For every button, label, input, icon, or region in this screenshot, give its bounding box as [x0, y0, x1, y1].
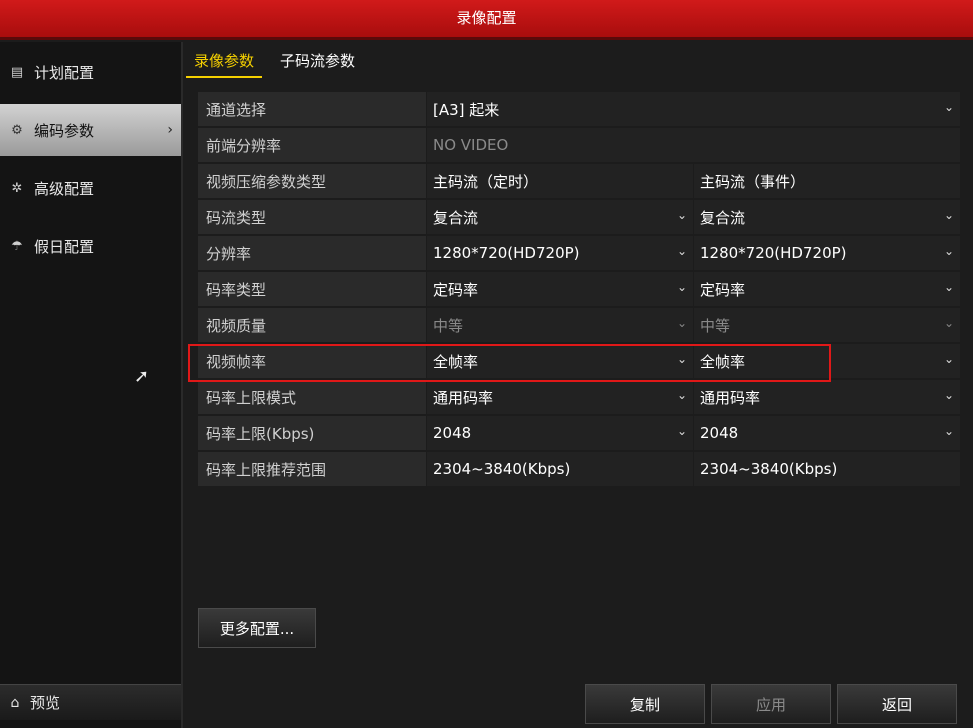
bitrate-type-select[interactable]: 定码率 ⌄: [427, 272, 693, 306]
select-value: 中等: [700, 316, 731, 335]
copy-button[interactable]: 复制: [585, 684, 705, 724]
schedule-icon: ▤: [10, 64, 24, 80]
preview-label: 预览: [30, 694, 61, 712]
select-value: 复合流: [700, 208, 746, 227]
stream-type-select[interactable]: 复合流 ⌄: [427, 200, 693, 234]
chevron-down-icon: ⌄: [943, 352, 954, 366]
column-header-main-timed: 主码流（定时）: [427, 164, 693, 198]
row-label: 视频质量: [198, 308, 426, 342]
select-value: 2048: [700, 424, 739, 442]
preview-button[interactable]: ⌂ 预览: [0, 684, 181, 720]
frame-rate-highlight-box: [188, 344, 831, 382]
sidebar-item-label: 编码参数: [34, 121, 95, 140]
tab-record-params[interactable]: 录像参数: [186, 44, 263, 78]
frontend-resolution-value: NO VIDEO: [427, 128, 960, 162]
umbrella-icon: ☂: [11, 238, 23, 254]
table-row: 码率上限推荐范围 2304~3840(Kbps) 2304~3840(Kbps): [198, 451, 961, 487]
bitrate-limit-select-event[interactable]: 2048 ⌄: [694, 416, 960, 450]
chevron-down-icon: ⌄: [943, 100, 954, 114]
sidebar-item-holiday[interactable]: ☂ 假日配置: [0, 220, 181, 272]
select-value: 通用码率: [700, 388, 761, 407]
row-label: 码率上限推荐范围: [198, 452, 426, 486]
bitrate-limit-mode-select-event[interactable]: 通用码率 ⌄: [694, 380, 960, 414]
row-label: 视频压缩参数类型: [198, 164, 426, 198]
tab-substream-params[interactable]: 子码流参数: [272, 44, 363, 78]
chevron-down-icon: ⌄: [676, 244, 687, 258]
table-row: 码率类型 定码率 ⌄ 定码率 ⌄: [198, 271, 961, 307]
chevron-down-icon: ⌄: [943, 208, 954, 222]
row-label: 码流类型: [198, 200, 426, 234]
sidebar-item-advanced[interactable]: ✲ 高级配置: [0, 162, 181, 214]
row-label: 码率上限模式: [198, 380, 426, 414]
video-quality-select-event: 中等 ⌄: [694, 308, 960, 342]
recommended-range-value: 2304~3840(Kbps): [427, 452, 693, 486]
advanced-gear-icon: ✲: [11, 180, 23, 196]
select-value: 通用码率: [433, 388, 494, 407]
chevron-right-icon: ›: [167, 122, 173, 138]
row-label: 通道选择: [198, 92, 426, 126]
resolution-select-event[interactable]: 1280*720(HD720P) ⌄: [694, 236, 960, 270]
select-value: 复合流: [433, 208, 479, 227]
table-row: 码率上限(Kbps) 2048 ⌄ 2048 ⌄: [198, 415, 961, 451]
row-label: 码率类型: [198, 272, 426, 306]
row-label: 分辨率: [198, 236, 426, 270]
back-button[interactable]: 返回: [837, 684, 957, 724]
table-row: 视频质量 中等 ⌄ 中等 ⌄: [198, 307, 961, 343]
video-quality-select: 中等 ⌄: [427, 308, 693, 342]
recommended-range-value-event: 2304~3840(Kbps): [694, 452, 960, 486]
home-icon: ⌂: [10, 694, 20, 711]
channel-select[interactable]: [A3] 起来 ⌄: [427, 92, 960, 126]
column-header-main-event: 主码流（事件）: [694, 164, 960, 198]
sidebar-item-label: 高级配置: [34, 179, 95, 198]
bitrate-type-select-event[interactable]: 定码率 ⌄: [694, 272, 960, 306]
chevron-down-icon: ⌄: [676, 316, 687, 330]
select-value: 中等: [433, 316, 464, 335]
chevron-down-icon: ⌄: [943, 244, 954, 258]
chevron-down-icon: ⌄: [676, 424, 687, 438]
chevron-down-icon: ⌄: [943, 388, 954, 402]
apply-button[interactable]: 应用: [711, 684, 831, 724]
chevron-down-icon: ⌄: [943, 280, 954, 294]
select-value: 定码率: [433, 280, 479, 299]
row-label: 前端分辨率: [198, 128, 426, 162]
sidebar: ▤ 计划配置 ⚙ 编码参数 › ✲ 高级配置 ☂ 假日配置 ⌂ 预览: [0, 42, 183, 728]
row-label: 码率上限(Kbps): [198, 416, 426, 450]
sidebar-item-schedule[interactable]: ▤ 计划配置: [0, 46, 181, 98]
table-row: 分辨率 1280*720(HD720P) ⌄ 1280*720(HD720P) …: [198, 235, 961, 271]
table-row: 前端分辨率 NO VIDEO: [198, 127, 961, 163]
tab-bar: 录像参数 子码流参数: [186, 44, 373, 78]
sidebar-item-encoding[interactable]: ⚙ 编码参数 ›: [0, 104, 181, 156]
select-value: 1280*720(HD720P): [700, 244, 847, 262]
table-row: 码流类型 复合流 ⌄ 复合流 ⌄: [198, 199, 961, 235]
stream-type-select-event[interactable]: 复合流 ⌄: [694, 200, 960, 234]
channel-value: [A3] 起来: [433, 100, 500, 119]
params-table: 通道选择 [A3] 起来 ⌄ 前端分辨率 NO VIDEO 视频压缩参数类型 主…: [198, 91, 961, 487]
bitrate-limit-select[interactable]: 2048 ⌄: [427, 416, 693, 450]
chevron-down-icon: ⌄: [676, 280, 687, 294]
chevron-down-icon: ⌄: [943, 316, 954, 330]
select-value: 2048: [433, 424, 472, 442]
select-value: 1280*720(HD720P): [433, 244, 580, 262]
chevron-down-icon: ⌄: [676, 388, 687, 402]
mouse-cursor-icon: ➚: [134, 366, 150, 387]
window-title: 录像配置: [456, 9, 517, 27]
chevron-down-icon: ⌄: [676, 208, 687, 222]
sidebar-item-label: 计划配置: [34, 63, 95, 82]
sidebar-item-label: 假日配置: [34, 237, 95, 256]
bitrate-limit-mode-select[interactable]: 通用码率 ⌄: [427, 380, 693, 414]
table-row: 码率上限模式 通用码率 ⌄ 通用码率 ⌄: [198, 379, 961, 415]
table-row: 通道选择 [A3] 起来 ⌄: [198, 91, 961, 127]
chevron-down-icon: ⌄: [943, 424, 954, 438]
table-row: 视频压缩参数类型 主码流（定时） 主码流（事件）: [198, 163, 961, 199]
window-title-bar: 录像配置: [0, 0, 973, 40]
more-config-button[interactable]: 更多配置...: [198, 608, 316, 648]
select-value: 定码率: [700, 280, 746, 299]
resolution-select[interactable]: 1280*720(HD720P) ⌄: [427, 236, 693, 270]
gear-icon: ⚙: [11, 122, 23, 138]
